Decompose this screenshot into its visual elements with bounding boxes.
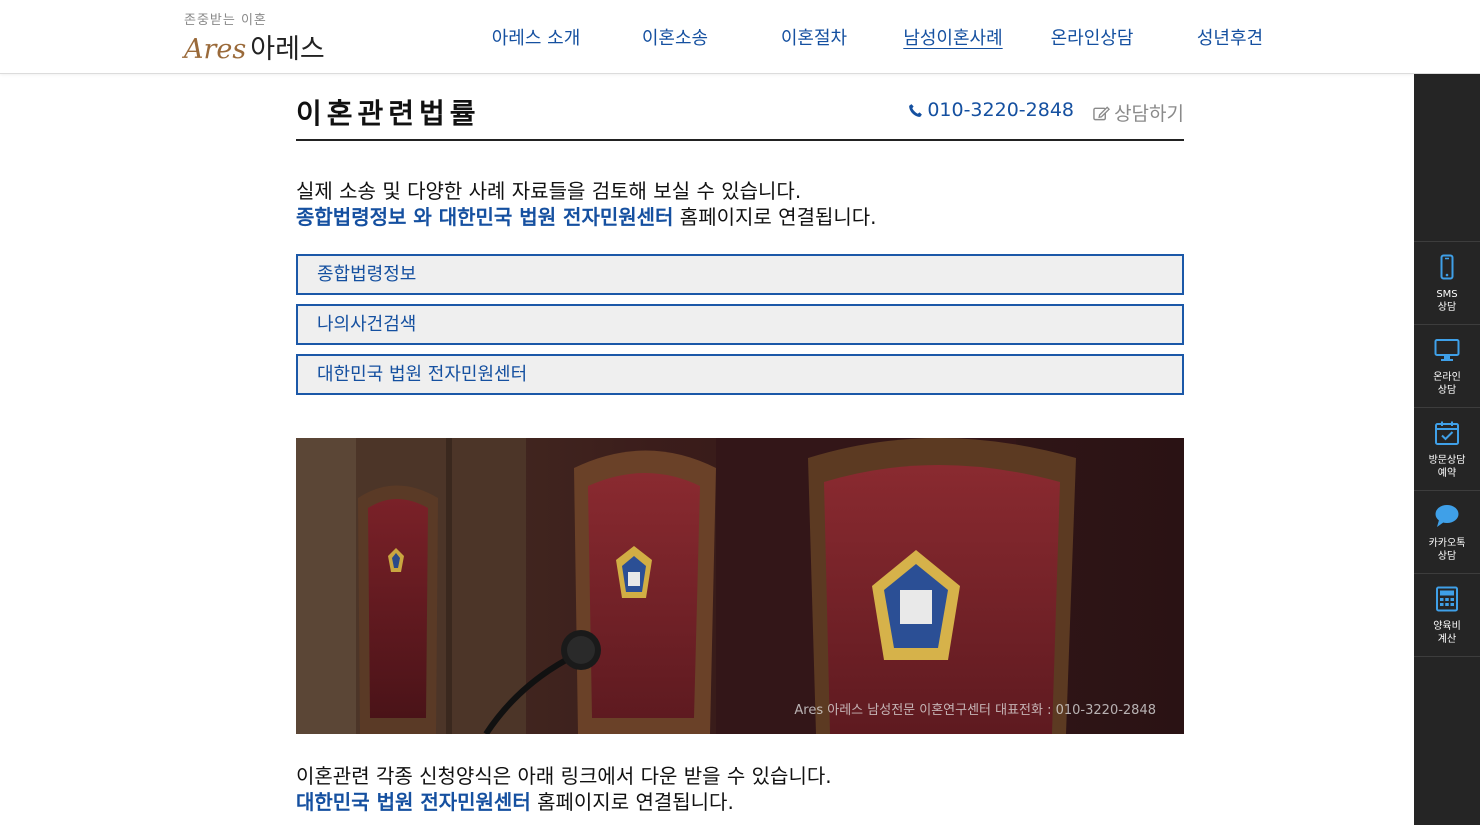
nav-item-adult-guardianship[interactable]: 성년후견 bbox=[1160, 24, 1300, 50]
edit-icon bbox=[1093, 105, 1111, 120]
page-title: 이혼관련법률 bbox=[296, 97, 481, 130]
courtroom-illustration bbox=[296, 438, 1184, 734]
monitor-icon bbox=[1434, 339, 1460, 361]
link-law-info[interactable]: 종합법령정보 bbox=[296, 254, 1184, 295]
photo-caption: Ares 아레스 남성전문 이혼연구센터 대표전화 : 010-3220-284… bbox=[794, 703, 1156, 718]
main-nav: 아레스 소개 이혼소송 이혼절차 남성이혼사례 온라인상담 성년후견 bbox=[466, 24, 1296, 54]
nav-item-about[interactable]: 아레스 소개 bbox=[466, 24, 606, 50]
mobile-phone-icon bbox=[1440, 254, 1454, 280]
link-court-e-service[interactable]: 대한민국 법원 전자민원센터 bbox=[296, 354, 1184, 395]
outro-line-2-suffix: 홈페이지로 연결됩니다. bbox=[530, 790, 734, 814]
logo-tagline: 존중받는 이혼 bbox=[184, 13, 267, 28]
quick-menu-list: SMS 상담 온라인 상담 방문상담 예약 카카오톡 상담 양육비 계산 bbox=[1414, 241, 1480, 657]
nav-item-male-divorce-cases[interactable]: 남성이혼사례 bbox=[883, 24, 1023, 50]
calculator-icon bbox=[1436, 586, 1458, 612]
sidebar-item-child-support-calculator[interactable]: 양육비 계산 bbox=[1414, 574, 1480, 657]
sidebar-item-visit-reservation[interactable]: 방문상담 예약 bbox=[1414, 408, 1480, 491]
outro-line-2: 대한민국 법원 전자민원센터 홈페이지로 연결됩니다. bbox=[296, 789, 832, 815]
intro-text: 실제 소송 및 다양한 사례 자료들을 검토해 보실 수 있습니다. 종합법령정… bbox=[296, 178, 1184, 230]
calendar-check-icon bbox=[1435, 421, 1459, 445]
sidebar-label-visit: 방문상담 예약 bbox=[1428, 455, 1466, 479]
sidebar-item-online-consult[interactable]: 온라인 상담 bbox=[1414, 325, 1480, 408]
intro-line-1: 실제 소송 및 다양한 사례 자료들을 검토해 보실 수 있습니다. bbox=[296, 179, 802, 203]
nav-item-divorce-lawsuit[interactable]: 이혼소송 bbox=[605, 24, 745, 50]
intro-line-2-suffix: 홈페이지로 연결됩니다. bbox=[673, 205, 877, 229]
sidebar-label-child-support: 양육비 계산 bbox=[1433, 621, 1461, 645]
phone-icon bbox=[909, 103, 923, 117]
title-row: 이혼관련법률 010-3220-2848 상담하기 bbox=[296, 74, 1184, 141]
nav-item-online-consult[interactable]: 온라인상담 bbox=[1022, 24, 1162, 50]
phone-link[interactable]: 010-3220-2848 bbox=[908, 99, 1074, 121]
phone-number: 010-3220-2848 bbox=[927, 99, 1074, 121]
logo-wordmark: Ares 아레스 bbox=[184, 27, 325, 66]
sidebar-item-kakaotalk-consult[interactable]: 카카오톡 상담 bbox=[1414, 491, 1480, 574]
link-case-search[interactable]: 나의사건검색 bbox=[296, 304, 1184, 345]
intro-line-2: 종합법령정보 와 대한민국 법원 전자민원센터 홈페이지로 연결됩니다. bbox=[296, 204, 1184, 230]
logo-name-en: Ares bbox=[184, 34, 247, 65]
sidebar-label-sms: SMS 상담 bbox=[1436, 289, 1458, 313]
sidebar-label-online: 온라인 상담 bbox=[1433, 372, 1461, 396]
link-list: 종합법령정보 나의사건검색 대한민국 법원 전자민원센터 bbox=[296, 254, 1184, 395]
intro-highlight: 종합법령정보 와 대한민국 법원 전자민원센터 bbox=[296, 205, 674, 229]
outro-text: 이혼관련 각종 신청양식은 아래 링크에서 다운 받을 수 있습니다. 대한민국… bbox=[296, 763, 832, 815]
site-header: 존중받는 이혼 Ares 아레스 아레스 소개 이혼소송 이혼절차 남성이혼사례 … bbox=[0, 0, 1480, 74]
sidebar-label-kakaotalk: 카카오톡 상담 bbox=[1428, 538, 1466, 562]
outro-line-1: 이혼관련 각종 신청양식은 아래 링크에서 다운 받을 수 있습니다. bbox=[296, 764, 832, 788]
quick-menu-sidebar: SMS 상담 온라인 상담 방문상담 예약 카카오톡 상담 양육비 계산 bbox=[1414, 74, 1480, 825]
outro-highlight[interactable]: 대한민국 법원 전자민원센터 bbox=[296, 790, 531, 814]
sidebar-item-sms-consult[interactable]: SMS 상담 bbox=[1414, 242, 1480, 325]
logo-name-ko: 아레스 bbox=[250, 34, 325, 65]
nav-item-divorce-procedure[interactable]: 이혼절차 bbox=[744, 24, 884, 50]
consult-label: 상담하기 bbox=[1114, 103, 1184, 125]
speech-bubble-icon bbox=[1435, 505, 1459, 527]
main-content: 이혼관련법률 010-3220-2848 상담하기 실제 소송 및 다양한 사례… bbox=[296, 74, 1184, 814]
consult-link[interactable]: 상담하기 bbox=[1093, 99, 1184, 126]
site-logo[interactable]: 존중받는 이혼 Ares 아레스 bbox=[184, 9, 334, 65]
courtroom-chairs-photo: Ares 아레스 남성전문 이혼연구센터 대표전화 : 010-3220-284… bbox=[296, 438, 1184, 734]
